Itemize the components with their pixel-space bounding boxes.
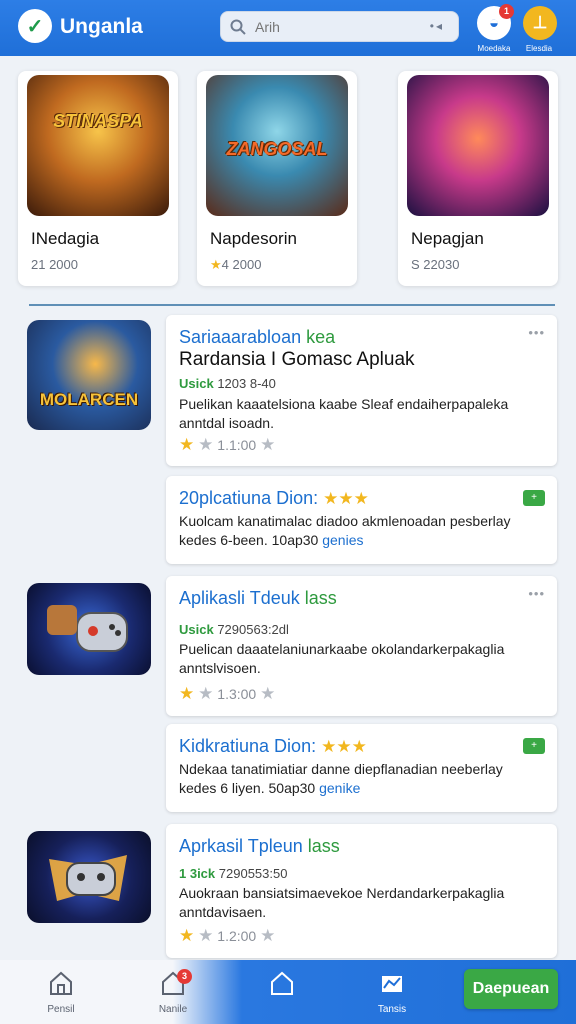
primary-cta-button[interactable]: Daepuean	[464, 969, 558, 1009]
card-meta: 1 3ick 7290553:50	[179, 866, 288, 881]
app-title: Unganla	[60, 15, 143, 38]
subcard-title: Kidkratiuna Dion: ★★★	[179, 736, 367, 756]
featured-name: INedagia	[31, 229, 100, 248]
app-thumbnail[interactable]: MOLARCEN	[27, 320, 151, 430]
subcard-description: Kuolcam kanatimalac diadoo akmlenoadan p…	[179, 513, 511, 548]
featured-meta: ★4 2000	[210, 257, 262, 272]
rating-stars-icon: ★★★	[321, 737, 367, 756]
gamepad-icon	[47, 605, 128, 652]
card-title: Aplikasli Tdeuk lass	[179, 588, 337, 608]
featured-card[interactable]: STINASPA INedagia 21 2000	[18, 71, 178, 286]
nav-library[interactable]: Nanile	[138, 960, 208, 1024]
star-empty-icon: ★	[198, 435, 214, 454]
card-title: Aprkasil Tpleun lass	[179, 836, 340, 856]
add-tag-icon[interactable]: +	[523, 490, 545, 506]
home-outline-icon	[271, 971, 293, 995]
featured-name: Napdesorin	[210, 229, 297, 248]
nav-library-label: Nanile	[158, 1004, 188, 1015]
logo-check-icon[interactable]: ✓	[18, 9, 52, 43]
card-description: Auokraan bansiatsimaevekoe Nerdandarkerp…	[179, 885, 505, 920]
app-card[interactable]: Aplikasli Tdeuk lass ••• Usick 7290563:2…	[166, 576, 557, 716]
nav-badge: 3	[177, 969, 192, 984]
chat-icon: ◒	[488, 13, 500, 32]
star-empty-icon: ★	[260, 926, 276, 945]
download-caption: Elesdia	[525, 44, 553, 53]
app-card[interactable]: Aprkasil Tpleun lass 1 3ick 7290553:50 A…	[166, 824, 557, 958]
rating-stars-icon: ★★★	[323, 489, 369, 508]
featured-image[interactable]: STINASPA	[27, 75, 169, 216]
notification-badge: 1	[499, 4, 514, 19]
card-description: Puelikan kaaatelsiona kaabe Sleaf endaih…	[179, 396, 509, 431]
featured-card[interactable]: Nepagjan S 22030	[398, 71, 558, 286]
download-icon: ⊥	[532, 13, 548, 32]
app-subcard[interactable]: Kidkratiuna Dion: ★★★ + Ndekaa tanatimia…	[166, 724, 557, 812]
nav-home[interactable]: Pensil	[26, 960, 96, 1024]
more-options-icon[interactable]: •••	[528, 325, 545, 340]
star-empty-icon: ★	[198, 684, 214, 703]
app-thumbnail[interactable]	[27, 831, 151, 923]
add-tag-icon[interactable]: +	[523, 738, 545, 754]
featured-image[interactable]: ZANGOSAL	[206, 75, 348, 216]
subcard-title: 20plcatiuna Dion: ★★★	[179, 488, 369, 508]
card-rating: ★ ★ 1.3:00 ★	[179, 684, 276, 703]
star-empty-icon: ★	[198, 926, 214, 945]
home-icon	[50, 971, 72, 995]
search-icon	[229, 18, 247, 36]
card-meta: Usick 1203 8-40	[179, 376, 276, 391]
nav-home-label: Pensil	[47, 1004, 75, 1015]
app-card[interactable]: Sariaaarabloan kea Rardansia I Gomasc Ap…	[166, 315, 557, 466]
star-empty-icon: ★	[260, 435, 276, 454]
subcard-description: Ndekaa tanatimiatiar danne diepflanadian…	[179, 761, 503, 796]
card-subtitle: Rardansia I Gomasc Apluak	[179, 349, 415, 370]
more-options-icon[interactable]: •••	[528, 586, 545, 601]
star-empty-icon: ★	[260, 684, 276, 703]
app-header: ✓ Unganla •◂ ◒ 1 ⊥ Moedaka Elesdia	[0, 0, 576, 56]
star-icon: ★	[179, 435, 195, 454]
app-thumbnail[interactable]	[27, 583, 151, 675]
app-subcard[interactable]: 20plcatiuna Dion: ★★★ + Kuolcam kanatima…	[166, 476, 557, 564]
mic-icon[interactable]: •◂	[430, 19, 444, 33]
messages-caption: Moedaka	[477, 44, 511, 53]
card-rating: ★ ★ 1.1:00 ★	[179, 435, 276, 454]
card-description: Puelican daaatelaniunarkaabe okolandarke…	[179, 641, 505, 676]
subcard-link[interactable]: genike	[319, 780, 360, 796]
star-icon: ★	[179, 684, 195, 703]
nav-charts-label: Tansis	[377, 1004, 407, 1015]
featured-image[interactable]	[407, 75, 549, 216]
featured-name: Nepagjan	[411, 229, 484, 248]
nav-discover[interactable]	[247, 960, 317, 1024]
subcard-link[interactable]: genies	[322, 532, 363, 548]
search-input[interactable]	[255, 18, 425, 35]
card-title: Sariaaarabloan kea	[179, 327, 336, 347]
featured-meta: 21 2000	[31, 257, 78, 272]
featured-meta: S 22030	[411, 257, 460, 272]
star-icon: ★	[210, 257, 222, 272]
star-icon: ★	[179, 926, 195, 945]
card-rating: ★ ★ 1.2:00 ★	[179, 926, 276, 945]
card-meta: Usick 7290563:2dl	[179, 622, 289, 637]
chart-icon	[382, 976, 402, 992]
search-bar[interactable]: •◂	[220, 11, 459, 42]
featured-card[interactable]: ZANGOSAL Napdesorin ★4 2000	[197, 71, 357, 286]
nav-charts[interactable]: Tansis	[357, 960, 427, 1024]
section-divider	[29, 304, 555, 306]
gamepad-icon	[49, 855, 127, 901]
download-button[interactable]: ⊥	[523, 6, 557, 40]
